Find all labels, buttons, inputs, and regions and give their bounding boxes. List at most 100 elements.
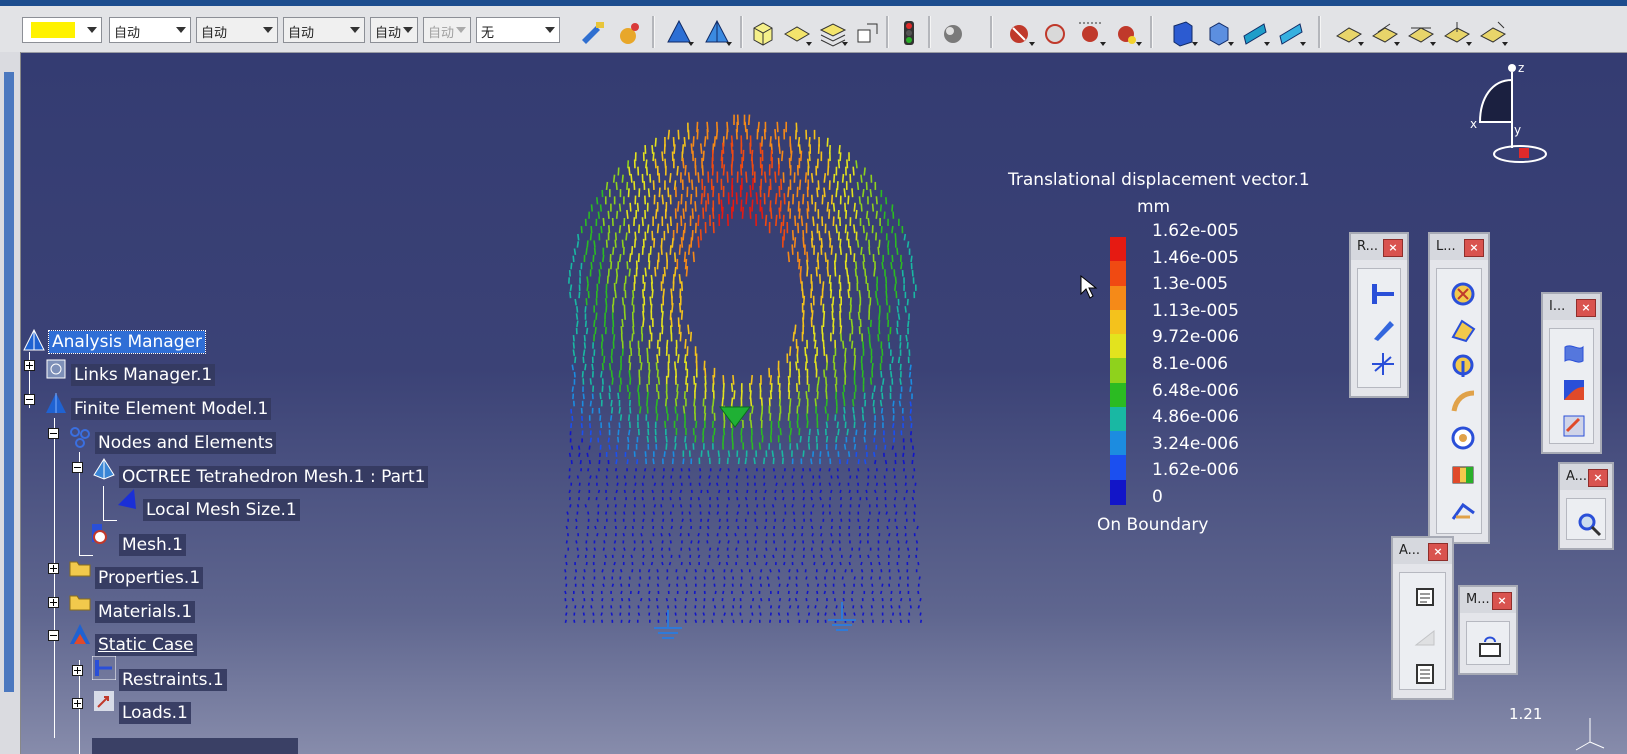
surface-icon[interactable] — [782, 18, 812, 48]
traffic-light-icon[interactable] — [894, 18, 924, 48]
floating-toolbar-analysis[interactable]: A... × — [1558, 462, 1614, 550]
restraint-symbol-icon — [654, 610, 682, 639]
rotation-force-icon[interactable] — [1450, 425, 1476, 451]
displacement-vector — [807, 435, 810, 443]
collapse-octree-mesh[interactable] — [72, 462, 83, 473]
displacement-vector — [723, 576, 726, 580]
color-swatch[interactable] — [22, 17, 102, 43]
plane-1-icon[interactable] — [1334, 18, 1364, 48]
plane-3-icon[interactable] — [1406, 18, 1436, 48]
tree-item-analysis-manager[interactable]: Analysis Manager — [48, 330, 206, 354]
close-icon[interactable]: × — [1576, 299, 1596, 317]
close-icon[interactable]: × — [1588, 469, 1608, 487]
tree-item-octree-mesh[interactable]: OCTREE Tetrahedron Mesh.1 : Part1 — [119, 466, 429, 488]
clamp-icon[interactable] — [1370, 281, 1396, 307]
collapse-nodes-and-elements[interactable] — [48, 428, 59, 439]
floating-toolbar-image[interactable]: I... × — [1541, 292, 1602, 454]
tree-item-local-mesh-size[interactable]: Local Mesh Size.1 — [143, 499, 300, 521]
stress-icon[interactable] — [1112, 18, 1142, 48]
bearing-load-icon[interactable] — [1450, 389, 1476, 415]
floating-toolbar-restraints[interactable]: R... × — [1349, 232, 1409, 398]
expand-materials[interactable] — [48, 597, 59, 608]
expand-properties[interactable] — [48, 563, 59, 574]
line-weight-combo[interactable]: 自动 — [109, 17, 191, 43]
floating-toolbar-analysis-tools[interactable]: A... × — [1391, 536, 1454, 700]
compute-icon[interactable] — [1005, 18, 1035, 48]
displacement-vector — [680, 310, 684, 320]
collapse-finite-element-model[interactable] — [24, 394, 35, 405]
floating-toolbar-loads[interactable]: L... × — [1428, 232, 1490, 544]
compass-icon[interactable]: z x y — [1466, 58, 1556, 168]
temperature-field-icon[interactable] — [1450, 461, 1476, 487]
surface-slider-icon[interactable] — [1370, 317, 1396, 343]
displacement-vector — [820, 547, 824, 551]
close-icon[interactable]: × — [1383, 239, 1403, 257]
paint-brush-icon[interactable] — [578, 18, 608, 48]
displacement-vector — [643, 468, 647, 472]
isostatic-restraint-icon[interactable] — [1370, 351, 1396, 377]
search-icon[interactable] — [1576, 511, 1602, 537]
displacement-vector — [826, 201, 830, 212]
displacement-vector — [792, 511, 796, 515]
expand-loads[interactable] — [72, 698, 83, 709]
tree-item-properties[interactable]: Properties.1 — [95, 567, 204, 589]
line-type-combo[interactable]: 自动 — [196, 17, 278, 43]
swap-icon[interactable] — [853, 18, 883, 48]
tree-item-links-manager[interactable]: Links Manager.1 — [71, 364, 216, 386]
displacement-vector — [816, 428, 820, 436]
apply-material-icon[interactable] — [614, 18, 644, 48]
tree-item-mesh[interactable]: Mesh.1 — [119, 534, 186, 556]
history-report-icon[interactable] — [1412, 661, 1438, 687]
tree-item-loads[interactable]: Loads.1 — [119, 702, 191, 724]
displacement-vector — [890, 605, 893, 609]
scrollbar-thumb[interactable] — [4, 72, 14, 692]
none-combo[interactable]: 无 — [476, 17, 560, 43]
close-icon[interactable]: × — [1428, 543, 1448, 561]
view-section-icon[interactable] — [1240, 18, 1270, 48]
collapse-static-case[interactable] — [48, 630, 59, 641]
expand-restraints[interactable] — [72, 665, 83, 676]
mesh-part-icon[interactable] — [702, 18, 732, 48]
principal-stress-icon[interactable] — [1561, 413, 1587, 439]
thickness-combo[interactable]: 自动 — [283, 17, 365, 43]
expand-links-manager[interactable] — [24, 360, 35, 371]
von-mises-icon[interactable] — [1561, 377, 1587, 403]
plane-5-icon[interactable] — [1478, 18, 1508, 48]
generate-mesh-icon[interactable] — [664, 18, 694, 48]
pressure-icon[interactable] — [1450, 281, 1476, 307]
enforced-displacement-icon[interactable] — [1450, 497, 1476, 523]
layers-icon[interactable] — [818, 18, 848, 48]
deformed-mesh-icon[interactable] — [1561, 341, 1587, 367]
displacement-vector — [721, 397, 724, 407]
displacement-vector — [627, 188, 630, 198]
tree-item-restraints[interactable]: Restraints.1 — [119, 669, 227, 691]
plane-2-icon[interactable] — [1370, 18, 1400, 48]
view-iso-icon[interactable] — [1204, 18, 1234, 48]
tree-item-static-case[interactable]: Static Case — [95, 634, 197, 656]
left-scrollbar[interactable] — [0, 52, 21, 754]
tree-item-nodes-and-elements[interactable]: Nodes and Elements — [95, 432, 277, 454]
report-icon[interactable] — [1412, 585, 1438, 611]
close-icon[interactable]: × — [1492, 592, 1512, 610]
close-icon[interactable]: × — [1464, 239, 1484, 257]
displacement-vector — [631, 569, 634, 573]
tree-item-finite-element-model[interactable]: Finite Element Model.1 — [71, 398, 272, 420]
displacement-vector — [641, 496, 644, 501]
displacement-vector — [655, 209, 658, 219]
moment-icon[interactable] — [1450, 353, 1476, 379]
distributed-force-icon[interactable] — [1450, 317, 1476, 343]
floating-toolbar-measure[interactable]: M... × — [1458, 585, 1518, 675]
displacement-vector — [875, 290, 878, 299]
layer-combo[interactable]: 自动 — [370, 17, 418, 43]
plane-4-icon[interactable] — [1442, 18, 1472, 48]
measure-icon[interactable] — [1477, 634, 1503, 660]
displacement-vector — [608, 422, 611, 429]
image-icon[interactable] — [1041, 18, 1071, 48]
tree-item-materials[interactable]: Materials.1 — [95, 601, 196, 623]
cube-icon[interactable] — [748, 18, 778, 48]
deformation-icon[interactable] — [1076, 18, 1106, 48]
displacement-vector — [759, 583, 763, 587]
sphere-icon[interactable] — [938, 18, 968, 48]
view-cut-icon[interactable] — [1276, 18, 1306, 48]
view-front-icon[interactable] — [1168, 18, 1198, 48]
